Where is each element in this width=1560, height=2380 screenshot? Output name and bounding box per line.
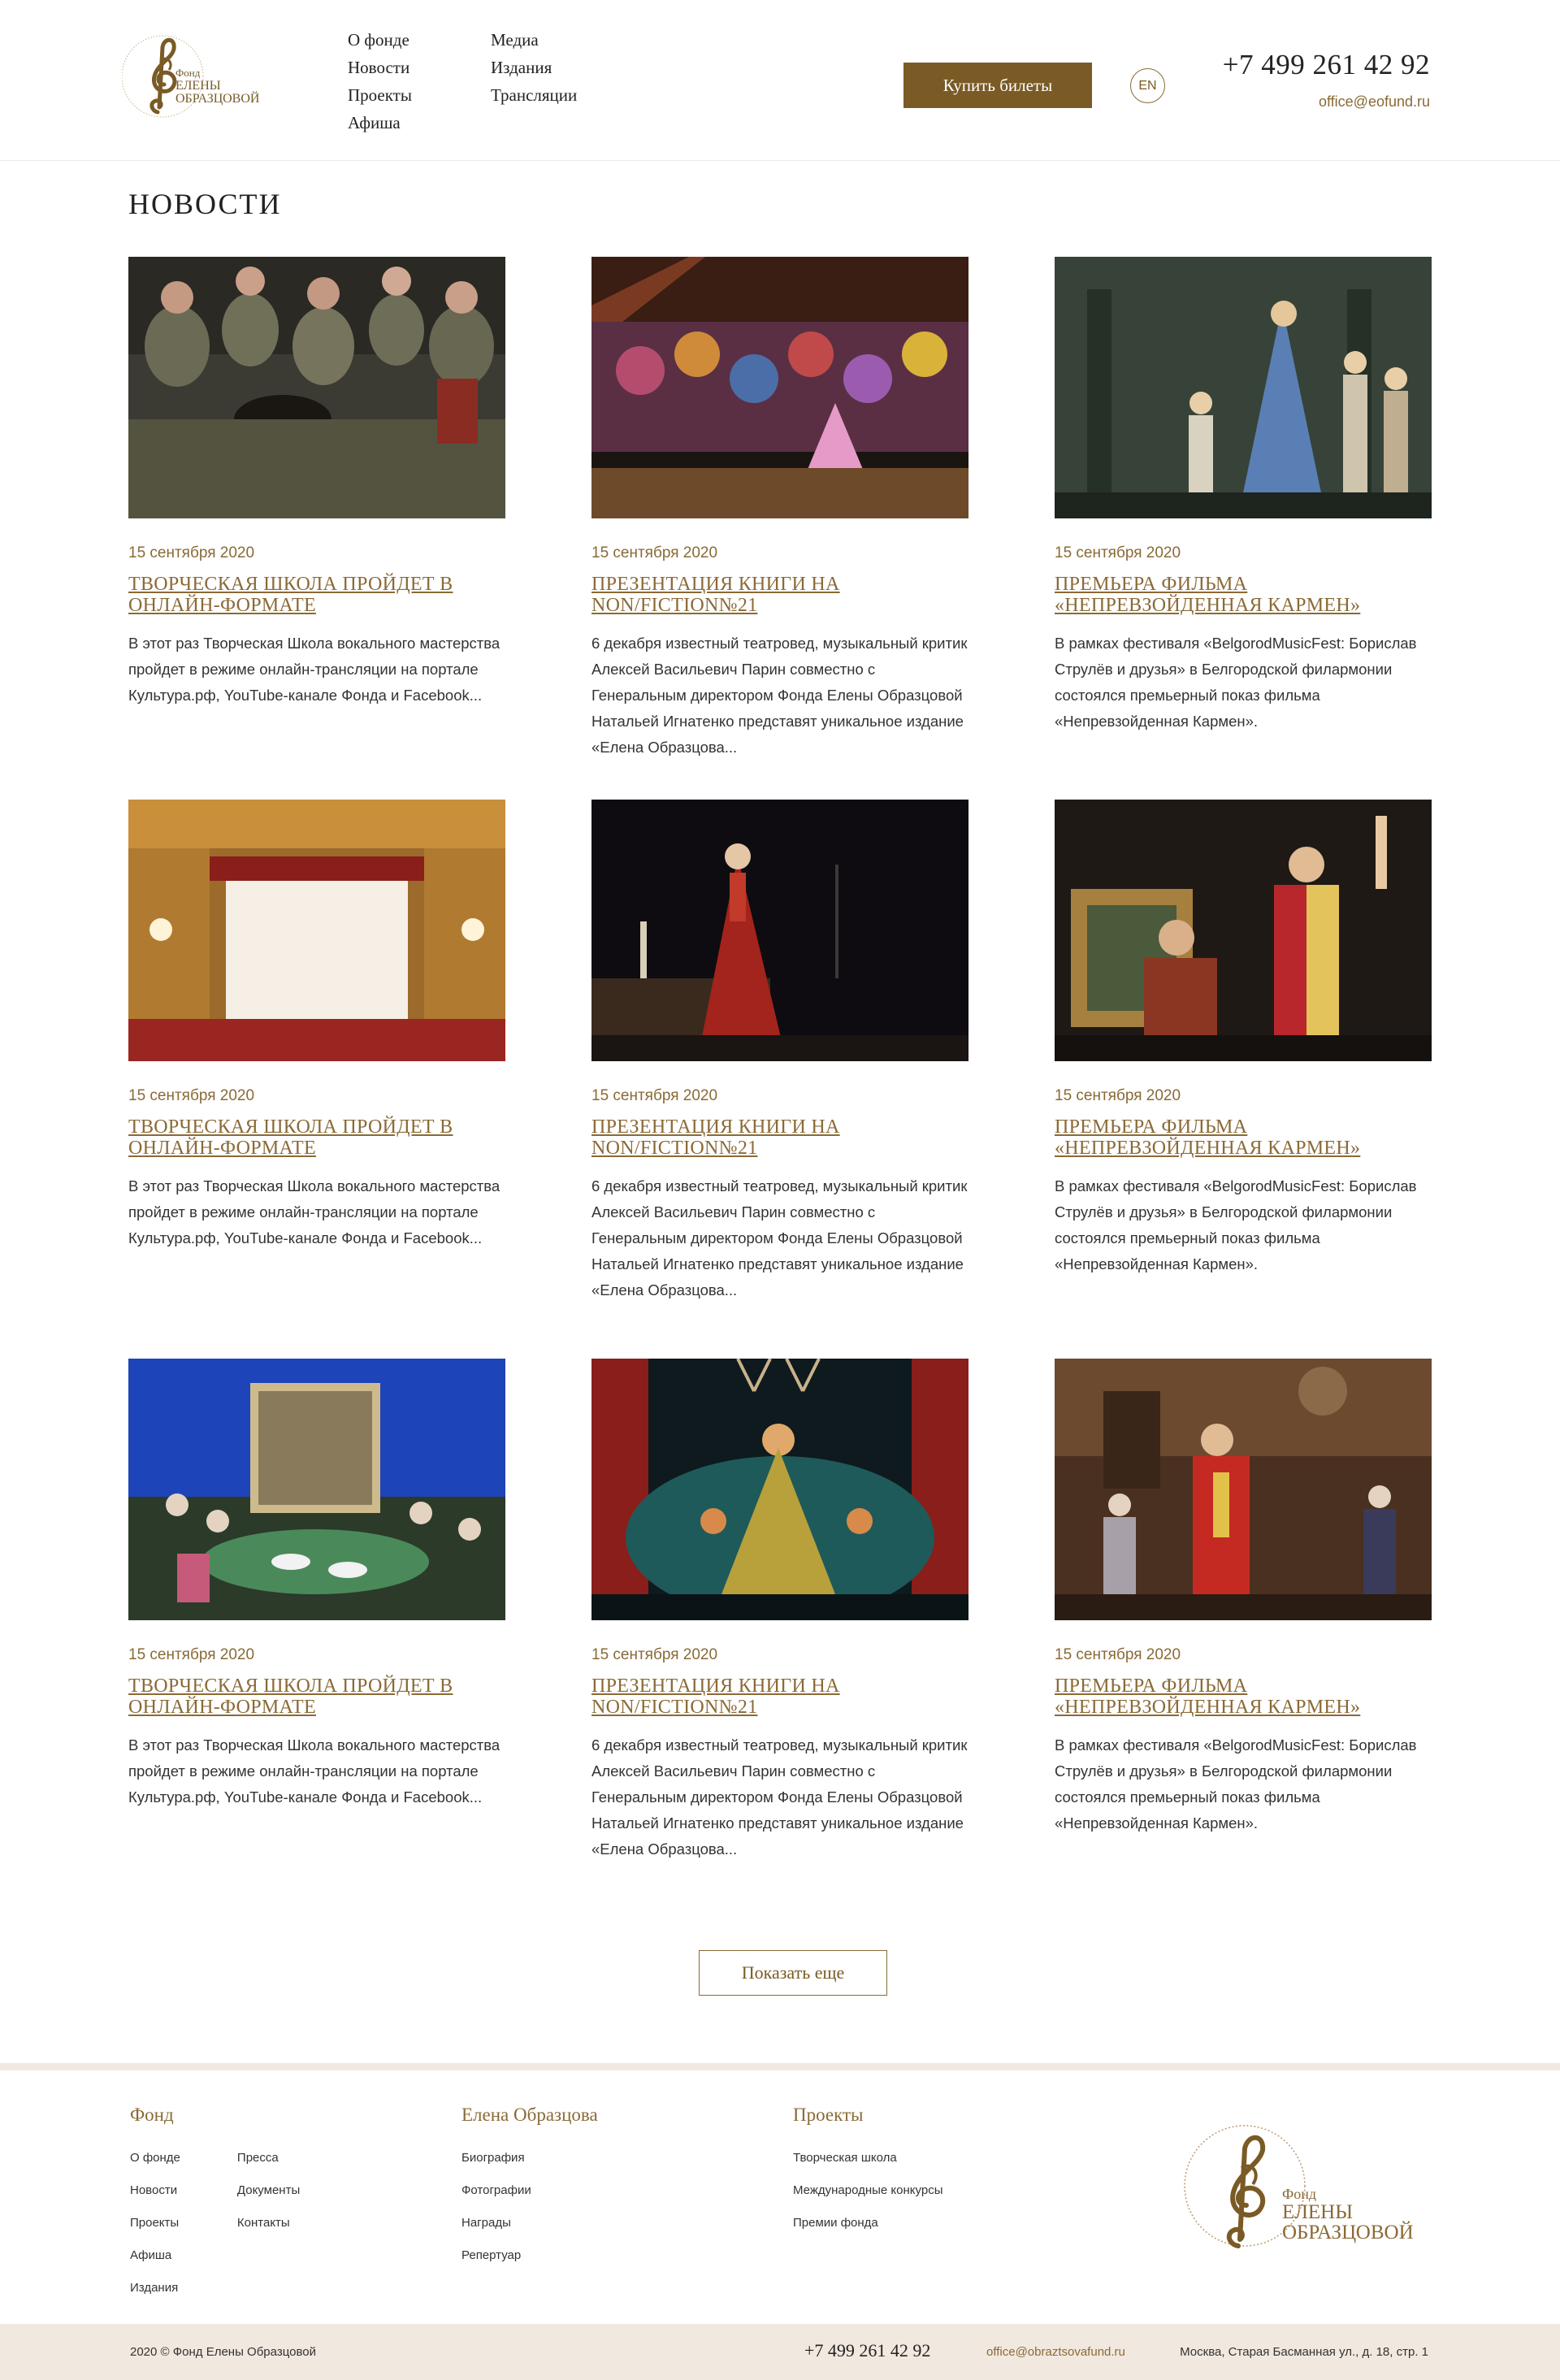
- footer-link[interactable]: Пресса: [237, 2142, 300, 2174]
- news-title-link[interactable]: Презентация книги на NON/fiction№21: [592, 574, 968, 616]
- footer-heading-fund: Фонд: [130, 2105, 174, 2125]
- footer-link[interactable]: Документы: [237, 2174, 300, 2207]
- footer-link[interactable]: Контакты: [237, 2207, 300, 2239]
- news-date: 15 сентября 2020: [128, 1087, 255, 1104]
- nav-broadcasts[interactable]: Трансляции: [491, 81, 577, 109]
- news-date: 15 сентября 2020: [592, 1087, 718, 1104]
- nav-news[interactable]: Новости: [348, 54, 412, 81]
- footer-link[interactable]: Афиша: [130, 2239, 180, 2272]
- news-excerpt: В рамках фестиваля «BelgorodMusicFest: Б…: [1055, 635, 1417, 730]
- news-title-link[interactable]: Презентация книги на NON/fiction№21: [592, 1676, 968, 1718]
- footer-link[interactable]: О фонде: [130, 2142, 180, 2174]
- news-card[interactable]: 15 сентября 2020 Презентация книги на NO…: [592, 800, 968, 1303]
- footer-link[interactable]: Творческая школа: [793, 2142, 942, 2174]
- footer-logo[interactable]: Фонд ЕЛЕНЫ ОБРАЗЦОВОЙ: [1183, 2116, 1427, 2262]
- header-phone[interactable]: +7 499 261 42 92: [1223, 49, 1430, 81]
- news-image[interactable]: [128, 1359, 505, 1620]
- footer-heading-projects: Проекты: [793, 2105, 864, 2125]
- news-card[interactable]: 15 сентября 2020 Творческая школа пройде…: [128, 800, 505, 1251]
- news-image[interactable]: [1055, 257, 1432, 518]
- footer-bottom-bar: 2020 © Фонд Елены Образцовой +7 499 261 …: [0, 2324, 1560, 2380]
- news-card[interactable]: 15 сентября 2020 Презентация книги на NO…: [592, 1359, 968, 1862]
- news-date: 15 сентября 2020: [1055, 1087, 1181, 1104]
- news-excerpt: В этот раз Творческая Школа вокального м…: [128, 1736, 500, 1806]
- news-card[interactable]: 15 сентября 2020 Премьера фильма «Непрев…: [1055, 800, 1432, 1277]
- news-date: 15 сентября 2020: [1055, 1646, 1181, 1663]
- news-card[interactable]: 15 сентября 2020 Презентация книги на NO…: [592, 257, 968, 761]
- footer-heading-obraztsova: Елена Образцова: [462, 2105, 598, 2125]
- nav-afisha[interactable]: Афиша: [348, 109, 412, 137]
- news-excerpt: 6 декабря известный театровед, музыкальн…: [592, 635, 968, 756]
- footer-link[interactable]: Проекты: [130, 2207, 180, 2239]
- news-title-link[interactable]: Презентация книги на NON/fiction№21: [592, 1116, 968, 1159]
- footer-col-fund: Фонд О фонде Новости Проекты Афиша Издан…: [130, 2105, 300, 2304]
- header-email[interactable]: office@eofund.ru: [1319, 93, 1430, 111]
- news-excerpt: В рамках фестиваля «BelgorodMusicFest: Б…: [1055, 1177, 1417, 1272]
- news-title-link[interactable]: Премьера фильма «Непревзойденная Кармен»: [1055, 574, 1432, 616]
- footer-col-obraztsova: Елена Образцова Биография Фотографии Наг…: [462, 2105, 598, 2272]
- page-title: НОВОСТИ: [128, 188, 282, 220]
- news-image[interactable]: [1055, 1359, 1432, 1620]
- footer-divider: [0, 2063, 1560, 2070]
- footer-phone[interactable]: +7 499 261 42 92: [804, 2340, 930, 2361]
- news-excerpt: 6 декабря известный театровед, музыкальн…: [592, 1736, 968, 1858]
- footer-address: Москва, Старая Басманная ул., д. 18, стр…: [1180, 2345, 1428, 2359]
- news-excerpt: В этот раз Творческая Школа вокального м…: [128, 635, 500, 704]
- footer-link[interactable]: Фотографии: [462, 2174, 531, 2207]
- nav-publications[interactable]: Издания: [491, 54, 577, 81]
- footer-link[interactable]: Награды: [462, 2207, 531, 2239]
- news-image[interactable]: [128, 257, 505, 518]
- footer-link[interactable]: Репертуар: [462, 2239, 531, 2272]
- news-date: 15 сентября 2020: [592, 544, 718, 561]
- news-image[interactable]: [592, 800, 968, 1061]
- footer-link[interactable]: Биография: [462, 2142, 531, 2174]
- news-card[interactable]: 15 сентября 2020 Премьера фильма «Непрев…: [1055, 257, 1432, 735]
- footer-link[interactable]: Издания: [130, 2272, 180, 2304]
- news-image[interactable]: [592, 257, 968, 518]
- main-nav-primary: О фонде Новости Проекты Афиша: [348, 26, 412, 137]
- nav-about[interactable]: О фонде: [348, 26, 412, 54]
- news-excerpt: В рамках фестиваля «BelgorodMusicFest: Б…: [1055, 1736, 1417, 1832]
- footer-col-projects: Проекты Творческая школа Международные к…: [793, 2105, 942, 2239]
- news-title-link[interactable]: Премьера фильма «Непревзойденная Кармен»: [1055, 1676, 1432, 1718]
- footer-logo-text: Фонд ЕЛЕНЫ ОБРАЗЦОВОЙ: [1282, 2186, 1414, 2243]
- news-title-link[interactable]: Творческая школа пройдет в онлайн-формат…: [128, 1676, 505, 1718]
- site-header: Фонд ЕЛЕНЫ ОБРАЗЦОВОЙ О фонде Новости Пр…: [0, 0, 1560, 161]
- logo-text: Фонд ЕЛЕНЫ ОБРАЗЦОВОЙ: [176, 67, 260, 106]
- copyright: 2020 © Фонд Елены Образцовой: [130, 2345, 316, 2359]
- news-image[interactable]: [592, 1359, 968, 1620]
- news-title-link[interactable]: Творческая школа пройдет в онлайн-формат…: [128, 1116, 505, 1159]
- news-date: 15 сентября 2020: [128, 1646, 255, 1663]
- footer-link[interactable]: Новости: [130, 2174, 180, 2207]
- footer-link[interactable]: Премии фонда: [793, 2207, 942, 2239]
- news-date: 15 сентября 2020: [128, 544, 255, 561]
- news-excerpt: 6 декабря известный театровед, музыкальн…: [592, 1177, 968, 1298]
- news-title-link[interactable]: Премьера фильма «Непревзойденная Кармен»: [1055, 1116, 1432, 1159]
- language-switch[interactable]: EN: [1130, 68, 1165, 103]
- footer-email[interactable]: office@obraztsovafund.ru: [986, 2345, 1125, 2359]
- show-more-button[interactable]: Показать еще: [699, 1950, 887, 1996]
- site-logo[interactable]: Фонд ЕЛЕНЫ ОБРАЗЦОВОЙ: [121, 23, 268, 128]
- news-image[interactable]: [128, 800, 505, 1061]
- buy-tickets-button[interactable]: Купить билеты: [904, 63, 1092, 108]
- footer-link[interactable]: Международные конкурсы: [793, 2174, 942, 2207]
- nav-media[interactable]: Медиа: [491, 26, 577, 54]
- news-excerpt: В этот раз Творческая Школа вокального м…: [128, 1177, 500, 1246]
- news-image[interactable]: [1055, 800, 1432, 1061]
- news-date: 15 сентября 2020: [592, 1646, 718, 1663]
- news-card[interactable]: 15 сентября 2020 Творческая школа пройде…: [128, 257, 505, 709]
- news-card[interactable]: 15 сентября 2020 Премьера фильма «Непрев…: [1055, 1359, 1432, 1836]
- nav-projects[interactable]: Проекты: [348, 81, 412, 109]
- main-nav-secondary: Медиа Издания Трансляции: [491, 26, 577, 109]
- news-title-link[interactable]: Творческая школа пройдет в онлайн-формат…: [128, 574, 505, 616]
- news-date: 15 сентября 2020: [1055, 544, 1181, 561]
- news-card[interactable]: 15 сентября 2020 Творческая школа пройде…: [128, 1359, 505, 1810]
